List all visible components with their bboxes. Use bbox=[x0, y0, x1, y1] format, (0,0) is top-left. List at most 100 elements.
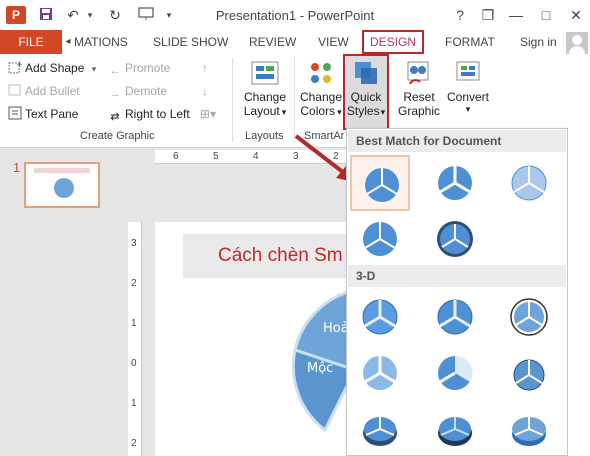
ruler-tick: 1 bbox=[131, 318, 137, 329]
add-shape-dropdown-icon[interactable]: ▾ bbox=[92, 64, 97, 74]
editor-scrollbar[interactable] bbox=[568, 128, 590, 456]
best-match-section-header: Best Match for Document bbox=[348, 130, 566, 152]
quick-styles-dropdown-icon: ▾ bbox=[380, 107, 386, 117]
diagram-label-hoa: Hoả bbox=[323, 321, 349, 336]
style-swatch-3d-9[interactable] bbox=[499, 401, 559, 456]
tab-scroll-left-icon[interactable]: ◂ bbox=[63, 32, 73, 52]
change-colors-icon bbox=[306, 58, 336, 88]
style-swatch-3d-7[interactable] bbox=[350, 401, 410, 456]
customize-qat-icon[interactable]: ▾ bbox=[163, 7, 175, 23]
right-to-left-button[interactable]: ⇄ Right to Left bbox=[108, 104, 190, 124]
convert-button[interactable]: Convert ▾ bbox=[444, 58, 492, 115]
start-from-beginning-icon[interactable] bbox=[136, 7, 156, 23]
change-layout-dropdown-icon: ▾ bbox=[281, 107, 287, 117]
group-separator bbox=[232, 58, 233, 142]
change-colors-dropdown-icon: ▾ bbox=[337, 107, 342, 117]
promote-label: Promote bbox=[125, 61, 171, 75]
change-layout-button[interactable]: Change Layout ▾ bbox=[240, 58, 290, 118]
demote-button[interactable]: → Demote bbox=[108, 81, 168, 101]
ribbon-display-options-button[interactable]: ❐ bbox=[478, 5, 498, 25]
style-swatch-3d-2[interactable] bbox=[425, 289, 485, 345]
undo-dropdown-icon[interactable]: ▾ bbox=[84, 7, 96, 23]
maximize-button[interactable]: □ bbox=[536, 5, 556, 25]
title-bar: P ↶ ▾ ↻ ▾ Presentation1 - PowerPoint ? ❐… bbox=[0, 0, 590, 30]
add-shape-label: Add Shape bbox=[25, 61, 85, 75]
user-avatar[interactable] bbox=[566, 32, 588, 54]
ruler-tick: 4 bbox=[253, 151, 259, 162]
ruler-tick: 2 bbox=[131, 438, 137, 449]
change-layout-label-1: Change bbox=[243, 90, 287, 104]
tab-animations[interactable]: MATIONS bbox=[74, 30, 128, 54]
close-button[interactable]: ✕ bbox=[566, 5, 586, 25]
layout-options-icon[interactable]: ⊞▾ bbox=[200, 104, 216, 124]
diagram-label-moc: Mộc bbox=[307, 361, 333, 376]
reset-graphic-label-2: Graphic bbox=[397, 104, 441, 118]
help-button[interactable]: ? bbox=[450, 5, 470, 25]
style-swatch-best-5[interactable] bbox=[425, 211, 485, 267]
add-bullet-button[interactable]: Add Bullet bbox=[8, 81, 80, 101]
3d-section-header: 3-D bbox=[348, 265, 566, 287]
undo-icon[interactable]: ↶ bbox=[64, 7, 82, 23]
tab-file[interactable]: FILE bbox=[0, 30, 62, 54]
style-swatch-3d-1[interactable] bbox=[350, 289, 410, 345]
right-to-left-icon: ⇄ bbox=[110, 111, 120, 123]
move-up-icon[interactable]: ↑ bbox=[202, 58, 208, 78]
move-down-icon[interactable]: ↓ bbox=[202, 81, 208, 101]
redo-icon[interactable]: ↻ bbox=[106, 7, 124, 23]
style-swatch-3d-8[interactable] bbox=[425, 401, 485, 456]
slide-thumbnail[interactable] bbox=[24, 162, 100, 208]
style-swatch-3d-3[interactable] bbox=[499, 289, 559, 345]
reset-graphic-icon bbox=[404, 58, 434, 88]
style-swatch-best-2[interactable] bbox=[425, 155, 485, 211]
ruler-tick: 0 bbox=[131, 358, 137, 369]
add-shape-icon: + bbox=[8, 60, 24, 74]
change-layout-label-2: Layout bbox=[243, 104, 280, 118]
tab-slide-show[interactable]: SLIDE SHOW bbox=[153, 30, 228, 54]
change-layout-icon bbox=[250, 58, 280, 88]
ruler-tick: 1 bbox=[131, 398, 137, 409]
thumbnail-title-bar bbox=[34, 168, 90, 173]
text-pane-label: Text Pane bbox=[25, 107, 79, 121]
style-swatch-best-3[interactable] bbox=[499, 155, 559, 211]
thumbnail-diagram bbox=[54, 178, 74, 198]
ruler-tick: 2 bbox=[131, 278, 137, 289]
quick-styles-icon bbox=[351, 58, 381, 88]
tab-design[interactable]: DESIGN bbox=[362, 30, 425, 54]
minimize-button[interactable]: — bbox=[506, 5, 526, 25]
promote-button[interactable]: ← Promote bbox=[108, 58, 171, 78]
svg-text:+: + bbox=[16, 60, 22, 70]
smartart-diagram[interactable]: Hoả Mộc bbox=[285, 290, 355, 456]
convert-label: Convert bbox=[446, 90, 490, 104]
save-icon[interactable] bbox=[38, 7, 54, 23]
add-bullet-label: Add Bullet bbox=[25, 84, 80, 98]
window-title: Presentation1 - PowerPoint bbox=[215, 8, 375, 23]
change-colors-label-2: Colors bbox=[300, 104, 336, 118]
quick-styles-label-1: Quick bbox=[350, 90, 382, 104]
text-pane-button[interactable]: Text Pane bbox=[8, 104, 78, 124]
vertical-ruler: 3 2 1 0 1 2 bbox=[128, 222, 142, 456]
text-pane-icon bbox=[8, 106, 22, 120]
tab-view[interactable]: VIEW bbox=[318, 30, 349, 54]
slide-number: 1 bbox=[13, 160, 21, 175]
style-swatch-best-4[interactable] bbox=[350, 211, 410, 267]
slide-title: Cách chèn Sm bbox=[218, 245, 343, 266]
add-shape-button[interactable]: + Add Shape ▾ bbox=[8, 58, 96, 78]
reset-graphic-button[interactable]: Reset Graphic bbox=[394, 58, 444, 118]
ribbon-tabs: FILE ◂ MATIONS SLIDE SHOW REVIEW VIEW DE… bbox=[0, 30, 590, 54]
quick-styles-label-2: Styles bbox=[346, 104, 380, 118]
quick-styles-button[interactable]: Quick Styles▾ bbox=[345, 58, 387, 118]
style-swatch-3d-5[interactable] bbox=[425, 345, 485, 401]
style-swatch-best-1[interactable] bbox=[350, 155, 410, 211]
demote-icon: → bbox=[109, 88, 121, 100]
ruler-tick: 6 bbox=[173, 151, 179, 162]
powerpoint-app-icon: P bbox=[6, 6, 26, 24]
convert-dropdown-icon: ▾ bbox=[465, 104, 471, 114]
change-colors-button[interactable]: Change Colors ▾ bbox=[298, 58, 344, 118]
right-to-left-label: Right to Left bbox=[125, 107, 190, 121]
style-swatch-3d-4[interactable] bbox=[350, 345, 410, 401]
style-swatch-3d-6[interactable] bbox=[499, 345, 559, 401]
sign-in-link[interactable]: Sign in bbox=[520, 30, 557, 54]
tab-format[interactable]: FORMAT bbox=[445, 30, 495, 54]
reset-graphic-label-1: Reset bbox=[403, 90, 435, 104]
tab-review[interactable]: REVIEW bbox=[249, 30, 296, 54]
